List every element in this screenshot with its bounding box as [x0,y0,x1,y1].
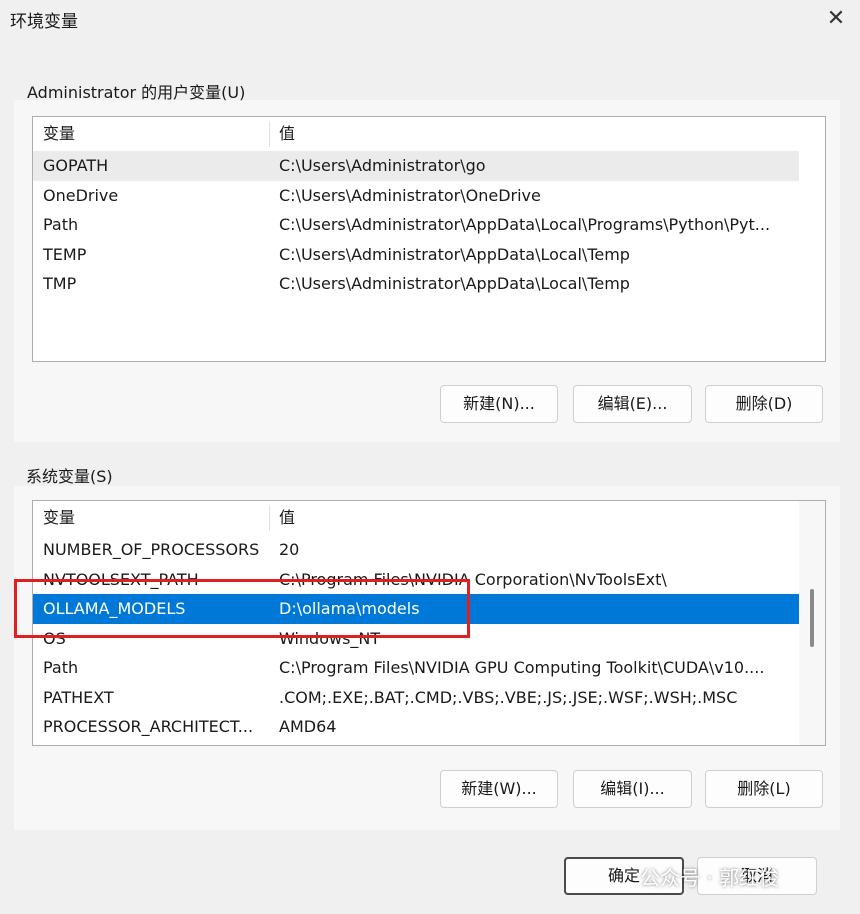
list-header: 变量 值 [33,117,799,151]
variable-name: PATHEXT [43,687,114,707]
variable-name: TEMP [43,244,87,264]
variable-value: C:\Program Files\NVIDIA GPU Computing To… [279,658,765,677]
user-new-button[interactable]: 新建(N)... [440,385,558,423]
column-separator[interactable] [269,505,270,531]
variable-name: OLLAMA_MODELS [43,599,186,618]
watermark-text: 公众号 · 郭红俊 [640,866,780,890]
list-item[interactable]: TMP C:\Users\Administrator\AppData\Local… [33,269,799,299]
variable-name: GOPATH [43,156,109,175]
column-header-value[interactable]: 值 [279,117,295,151]
variable-value: Windows_NT [279,628,381,648]
variable-name: PROCESSOR_ARCHITECT... [43,717,254,736]
variable-value: C:\Users\Administrator\AppData\Local\Tem… [279,244,630,264]
list-item[interactable]: TEMP C:\Users\Administrator\AppData\Loca… [33,240,799,270]
variable-value: D:\ollama\models [279,599,420,618]
window-title: 环境变量 [10,12,78,32]
list-item[interactable]: OS Windows_NT [33,624,799,654]
column-header-variable[interactable]: 变量 [43,117,75,151]
list-item[interactable]: PROCESSOR_ARCHITECT... AMD64 [33,712,799,742]
system-new-button[interactable]: 新建(W)... [440,770,558,808]
user-variables-label: Administrator 的用户变量(U) [27,83,246,102]
variable-name: Path [43,658,79,677]
variable-name: OneDrive [43,185,119,205]
close-icon: ✕ [826,6,846,31]
variable-value: C:\Users\Administrator\AppData\Local\Tem… [279,274,630,293]
list-item[interactable]: PATHEXT .COM;.EXE;.BAT;.CMD;.VBS;.VBE;.J… [33,683,799,713]
variable-value: C:\Users\Administrator\go [279,156,486,175]
variable-value: AMD64 [279,717,337,736]
system-delete-button[interactable]: 删除(L) [705,770,823,808]
variable-value: 20 [279,540,300,559]
system-edit-button[interactable]: 编辑(I)... [573,770,692,808]
variable-name: TMP [43,274,77,293]
vertical-scrollbar[interactable] [799,501,825,745]
list-item[interactable]: Path C:\Program Files\NVIDIA GPU Computi… [33,653,799,683]
column-header-variable[interactable]: 变量 [43,501,75,535]
user-edit-button[interactable]: 编辑(E)... [573,385,692,423]
scrollbar-thumb[interactable] [810,589,814,647]
user-variables-list[interactable]: 变量 值 GOPATH C:\Users\Administrator\go On… [32,116,826,362]
variable-name: NUMBER_OF_PROCESSORS [43,540,260,559]
list-item[interactable]: GOPATH C:\Users\Administrator\go [33,151,799,181]
column-header-value[interactable]: 值 [279,501,295,535]
list-item[interactable]: NUMBER_OF_PROCESSORS 20 [33,535,799,565]
variable-value: C:\Program Files\NVIDIA Corporation\NvTo… [279,569,667,589]
variable-value: C:\Users\Administrator\OneDrive [279,185,541,205]
variable-name: NVTOOLSEXT_PATH [43,569,199,589]
variable-name: Path [43,215,79,234]
list-header: 变量 值 [33,501,799,535]
user-delete-button[interactable]: 删除(D) [705,385,823,423]
column-separator[interactable] [269,121,270,147]
environment-variables-dialog: 环境变量 ✕ Administrator 的用户变量(U) 变量 值 GOPAT… [0,0,860,914]
list-item[interactable]: NVTOOLSEXT_PATH C:\Program Files\NVIDIA … [33,565,799,595]
close-button[interactable]: ✕ [820,4,852,34]
system-variables-label: 系统变量(S) [26,467,113,486]
list-item-selected[interactable]: OLLAMA_MODELS D:\ollama\models [33,594,799,624]
list-item[interactable]: OneDrive C:\Users\Administrator\OneDrive [33,181,799,211]
variable-value: C:\Users\Administrator\AppData\Local\Pro… [279,215,771,234]
system-variables-list[interactable]: 变量 值 NUMBER_OF_PROCESSORS 20 NVTOOLSEXT_… [32,500,826,746]
variable-name: OS [43,628,66,648]
variable-value: .COM;.EXE;.BAT;.CMD;.VBS;.VBE;.JS;.JSE;.… [279,687,738,707]
list-item[interactable]: Path C:\Users\Administrator\AppData\Loca… [33,210,799,240]
